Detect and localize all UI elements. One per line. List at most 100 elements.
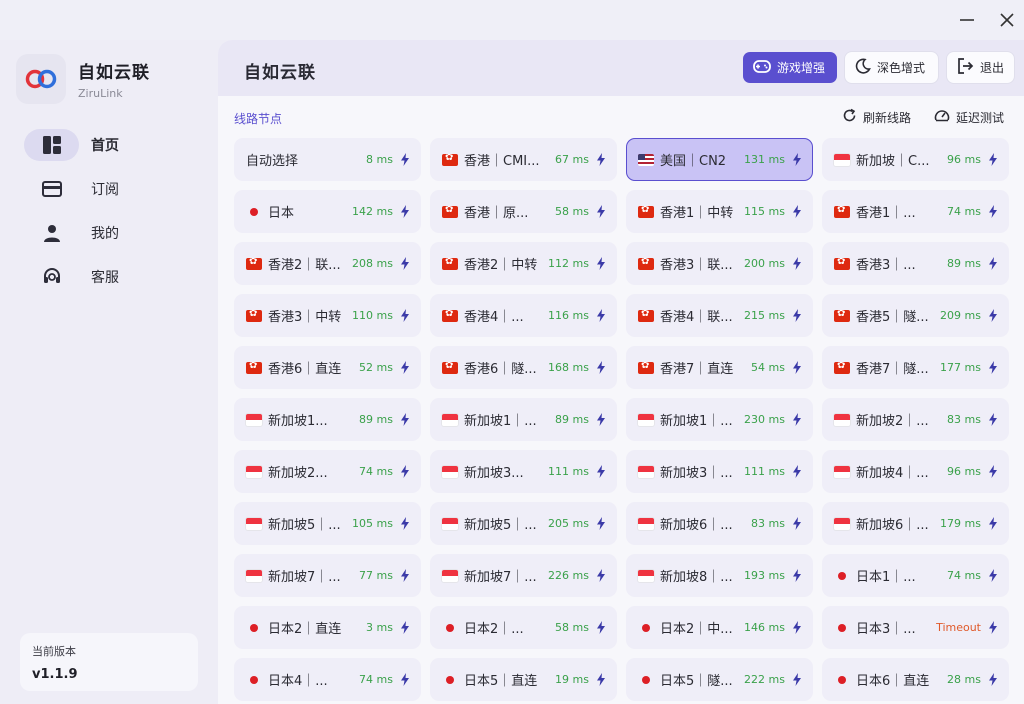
node-item[interactable]: 香港6｜隧... 168 ms [430,346,617,389]
node-item[interactable]: 新加坡8｜... 193 ms [626,554,813,597]
bolt-icon[interactable] [597,205,607,219]
node-item[interactable]: 日本6｜直连 28 ms [822,658,1009,701]
node-item[interactable]: 香港5｜隧... 209 ms [822,294,1009,337]
bolt-icon[interactable] [597,621,607,635]
bolt-icon[interactable] [597,465,607,479]
bolt-icon[interactable] [401,413,411,427]
bolt-icon[interactable] [989,569,999,583]
bolt-icon[interactable] [401,205,411,219]
node-item[interactable]: 新加坡1｜... 89 ms [430,398,617,441]
node-item[interactable]: 新加坡6｜... 83 ms [626,502,813,545]
node-item[interactable]: 香港｜原... 58 ms [430,190,617,233]
bolt-icon[interactable] [597,153,607,167]
bolt-icon[interactable] [401,309,411,323]
bolt-icon[interactable] [401,361,411,375]
node-item[interactable]: 香港4｜... 116 ms [430,294,617,337]
bolt-icon[interactable] [989,621,999,635]
node-item[interactable]: 新加坡2... 74 ms [234,450,421,493]
bolt-icon[interactable] [597,569,607,583]
node-item[interactable]: 日本3｜... Timeout [822,606,1009,649]
node-item[interactable]: 新加坡7｜... 77 ms [234,554,421,597]
dark-mode-button[interactable]: 深色增式 [845,52,938,83]
bolt-icon[interactable] [597,413,607,427]
node-item[interactable]: 香港6｜直连 52 ms [234,346,421,389]
node-item[interactable]: 新加坡1... 89 ms [234,398,421,441]
bolt-icon[interactable] [597,673,607,687]
node-item[interactable]: 日本4｜... 74 ms [234,658,421,701]
node-item[interactable]: 香港2｜联... 208 ms [234,242,421,285]
bolt-icon[interactable] [989,153,999,167]
bolt-icon[interactable] [793,361,803,375]
bolt-icon[interactable] [793,621,803,635]
node-item[interactable]: 香港4｜联... 215 ms [626,294,813,337]
node-item[interactable]: 日本2｜中... 146 ms [626,606,813,649]
node-item[interactable]: 新加坡4｜... 96 ms [822,450,1009,493]
bolt-icon[interactable] [793,569,803,583]
node-item[interactable]: 香港｜CMI... 67 ms [430,138,617,181]
bolt-icon[interactable] [401,465,411,479]
node-item[interactable]: 新加坡6｜... 179 ms [822,502,1009,545]
node-item[interactable]: 香港1｜... 74 ms [822,190,1009,233]
bolt-icon[interactable] [401,621,411,635]
bolt-icon[interactable] [401,153,411,167]
node-item[interactable]: 香港1｜中转 115 ms [626,190,813,233]
bolt-icon[interactable] [989,673,999,687]
bolt-icon[interactable] [401,257,411,271]
node-item[interactable]: 新加坡2｜... 83 ms [822,398,1009,441]
node-item[interactable]: 新加坡5｜... 205 ms [430,502,617,545]
bolt-icon[interactable] [401,569,411,583]
bolt-icon[interactable] [597,309,607,323]
sidebar-item-home[interactable]: 首页 [24,128,204,162]
refresh-routes-button[interactable]: 刷新线路 [842,108,911,126]
bolt-icon[interactable] [597,361,607,375]
node-item[interactable]: 新加坡5｜... 105 ms [234,502,421,545]
node-item[interactable]: 香港3｜联... 200 ms [626,242,813,285]
node-item[interactable]: 日本 142 ms [234,190,421,233]
close-icon[interactable] [995,8,1019,32]
bolt-icon[interactable] [989,517,999,531]
node-item[interactable]: 日本5｜直连 19 ms [430,658,617,701]
node-latency: 74 ms [947,569,981,582]
node-item[interactable]: 香港7｜隧... 177 ms [822,346,1009,389]
minimize-icon[interactable] [955,8,979,32]
bolt-icon[interactable] [989,361,999,375]
bolt-icon[interactable] [597,517,607,531]
bolt-icon[interactable] [793,309,803,323]
node-item[interactable]: 日本5｜隧... 222 ms [626,658,813,701]
node-item[interactable]: 日本2｜直连 3 ms [234,606,421,649]
node-item[interactable]: 新加坡7｜... 226 ms [430,554,617,597]
bolt-icon[interactable] [989,309,999,323]
bolt-icon[interactable] [989,257,999,271]
node-item[interactable]: 美国｜CN2 131 ms [626,138,813,181]
bolt-icon[interactable] [793,413,803,427]
exit-button[interactable]: 退出 [947,52,1014,83]
node-item[interactable]: 新加坡1｜... 230 ms [626,398,813,441]
node-item[interactable]: 日本2｜... 58 ms [430,606,617,649]
bolt-icon[interactable] [989,465,999,479]
node-item[interactable]: 日本1｜... 74 ms [822,554,1009,597]
node-item[interactable]: 香港2｜中转 112 ms [430,242,617,285]
bolt-icon[interactable] [793,257,803,271]
bolt-icon[interactable] [989,413,999,427]
bolt-icon[interactable] [793,205,803,219]
node-item[interactable]: 新加坡3... 111 ms [430,450,617,493]
bolt-icon[interactable] [793,153,803,167]
game-boost-button[interactable]: 游戏增强 [743,52,837,83]
bolt-icon[interactable] [597,257,607,271]
bolt-icon[interactable] [793,517,803,531]
bolt-icon[interactable] [989,205,999,219]
node-item[interactable]: 自动选择 8 ms [234,138,421,181]
bolt-icon[interactable] [401,517,411,531]
sidebar-item-subscribe[interactable]: 订阅 [24,172,204,206]
node-item[interactable]: 新加坡3｜... 111 ms [626,450,813,493]
bolt-icon[interactable] [793,673,803,687]
node-item[interactable]: 新加坡｜C... 96 ms [822,138,1009,181]
sidebar-item-mine[interactable]: 我的 [24,216,204,250]
node-item[interactable]: 香港3｜... 89 ms [822,242,1009,285]
node-item[interactable]: 香港3｜中转 110 ms [234,294,421,337]
latency-test-button[interactable]: 延迟测试 [934,108,1004,126]
sidebar-item-support[interactable]: 客服 [24,260,204,294]
node-item[interactable]: 香港7｜直连 54 ms [626,346,813,389]
bolt-icon[interactable] [793,465,803,479]
bolt-icon[interactable] [401,673,411,687]
